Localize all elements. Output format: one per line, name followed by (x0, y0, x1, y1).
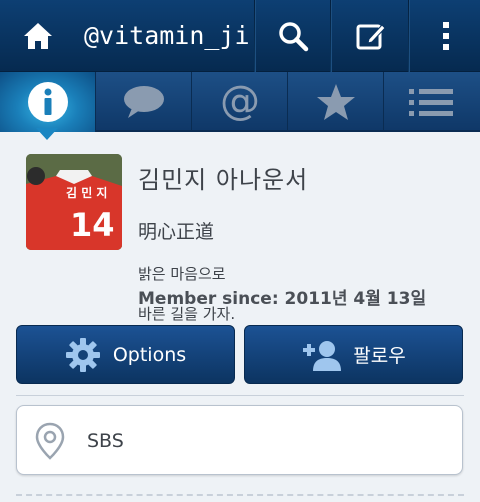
page-title: @vitamin_ji (84, 21, 250, 50)
tab-favorites[interactable] (288, 72, 384, 132)
messages-icon (123, 86, 164, 118)
location-text: SBS (87, 430, 124, 452)
divider (254, 0, 256, 72)
options-button[interactable]: Options (16, 325, 235, 384)
bio-line: 밝은 마음으로 (138, 265, 226, 283)
search-icon (279, 22, 309, 52)
home-button[interactable] (0, 0, 76, 72)
profile-bio: 明心正道 밝은 마음으로 바른 길을 가자. (138, 200, 235, 344)
tab-mentions[interactable]: @ (192, 72, 288, 132)
bio-line: 明心正道 (138, 221, 215, 243)
compose-button[interactable] (336, 0, 406, 72)
active-tab-pointer (36, 128, 58, 140)
member-since: Member since: 2011년 4월 13일 (138, 289, 427, 309)
home-icon (24, 23, 52, 49)
tab-list[interactable] (384, 72, 480, 132)
overflow-menu-icon (443, 22, 449, 50)
mentions-icon: @ (220, 81, 260, 123)
follow-label: 팔로우 (353, 345, 406, 367)
divider (16, 494, 464, 502)
divider (408, 0, 410, 72)
add-user-icon (303, 340, 342, 371)
jersey-number: 14 (70, 206, 115, 244)
divider (16, 395, 464, 396)
divider (330, 0, 332, 72)
gear-icon (65, 337, 100, 372)
tab-info[interactable] (0, 72, 96, 132)
info-icon (27, 82, 68, 122)
list-icon (409, 89, 453, 116)
options-label: Options (112, 343, 187, 366)
jersey-name: 김 민 지 (66, 185, 107, 200)
favorites-icon (316, 84, 355, 120)
search-button[interactable] (258, 0, 328, 72)
location-row[interactable]: SBS (16, 405, 463, 475)
avatar[interactable]: 김 민 지 14 (26, 154, 122, 250)
action-bar: @vitamin_ji (0, 0, 480, 72)
location-pin-icon (35, 422, 65, 460)
tab-messages[interactable] (96, 72, 192, 132)
follow-button[interactable]: 팔로우 (244, 325, 463, 384)
tab-bar: @ (0, 72, 480, 132)
compose-icon (356, 24, 386, 50)
profile-name: 김민지 아나운서 (138, 166, 309, 194)
overflow-menu-button[interactable] (411, 0, 480, 72)
svg-text:@: @ (220, 81, 260, 123)
